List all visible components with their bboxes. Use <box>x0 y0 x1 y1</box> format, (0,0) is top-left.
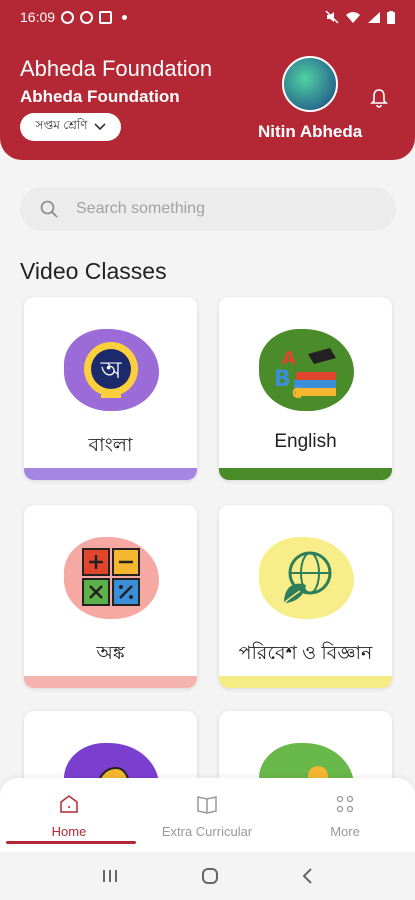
signal-icon <box>368 11 380 23</box>
class-select-label: সপ্তম শ্রেণি <box>35 118 88 132</box>
class-card-bangla[interactable]: অ বাংলা <box>24 297 197 480</box>
org-subtitle: Abheda Foundation <box>20 87 180 106</box>
bottom-nav: Home Extra Curricular More <box>0 778 415 852</box>
class-card-science[interactable]: পরিবেশ ও বিজ্ঞান <box>219 505 392 688</box>
search-input[interactable] <box>76 200 356 218</box>
battery-icon <box>387 10 395 24</box>
notification-icon <box>80 10 94 24</box>
book-icon <box>197 796 217 814</box>
search-bar[interactable] <box>20 187 396 231</box>
bengali-letter-icon: অ <box>83 342 138 398</box>
notification-icon <box>61 10 75 24</box>
nav-extra-label: Extra Curricular <box>161 824 253 839</box>
svg-text:B: B <box>274 367 291 392</box>
active-tab-indicator <box>6 841 136 844</box>
svg-text:A: A <box>282 348 296 369</box>
org-title: Abheda Foundation <box>20 56 213 81</box>
class-card-english[interactable]: A B C English <box>219 297 392 480</box>
svg-text:C: C <box>292 386 302 402</box>
search-icon <box>40 200 58 218</box>
home-icon <box>60 795 78 813</box>
back-icon[interactable] <box>301 867 315 885</box>
image-icon <box>99 10 113 24</box>
nav-more-label: More <box>330 824 360 839</box>
home-button-icon[interactable] <box>200 866 220 886</box>
card-bar <box>219 676 392 688</box>
status-bar: 16:09 <box>0 0 415 34</box>
nav-home-label: Home <box>51 824 87 839</box>
chevron-down-icon <box>93 123 106 131</box>
status-time: 16:09 <box>20 9 56 25</box>
avatar[interactable] <box>282 56 338 112</box>
wifi-icon <box>346 11 360 23</box>
svg-text:অ: অ <box>99 356 122 384</box>
abc-books-icon: A B C <box>274 348 336 402</box>
card-bar <box>24 676 197 688</box>
system-nav-bar <box>0 852 415 900</box>
card-label: অঙ্ক <box>96 643 125 664</box>
dot-icon <box>122 14 128 20</box>
nav-more[interactable]: More <box>276 778 414 852</box>
bell-icon[interactable] <box>370 88 388 108</box>
grid-icon <box>336 795 354 813</box>
card-label: English <box>274 431 337 452</box>
globe-leaf-icon <box>280 551 331 606</box>
card-label: পরিবেশ ও বিজ্ঞান <box>238 643 373 664</box>
class-select[interactable]: সপ্তম শ্রেণি <box>20 113 121 141</box>
section-title: Video Classes <box>20 258 167 284</box>
user-name: Nitin Abheda <box>258 122 363 141</box>
card-bar <box>219 468 392 480</box>
math-operators-icon <box>81 548 140 606</box>
recent-apps-icon[interactable] <box>101 868 119 884</box>
mute-icon <box>325 10 339 24</box>
nav-extra-curricular[interactable]: Extra Curricular <box>138 778 276 852</box>
class-card-math[interactable]: অঙ্ক <box>24 505 197 688</box>
card-bar <box>24 468 197 480</box>
card-label: বাংলা <box>88 435 133 456</box>
